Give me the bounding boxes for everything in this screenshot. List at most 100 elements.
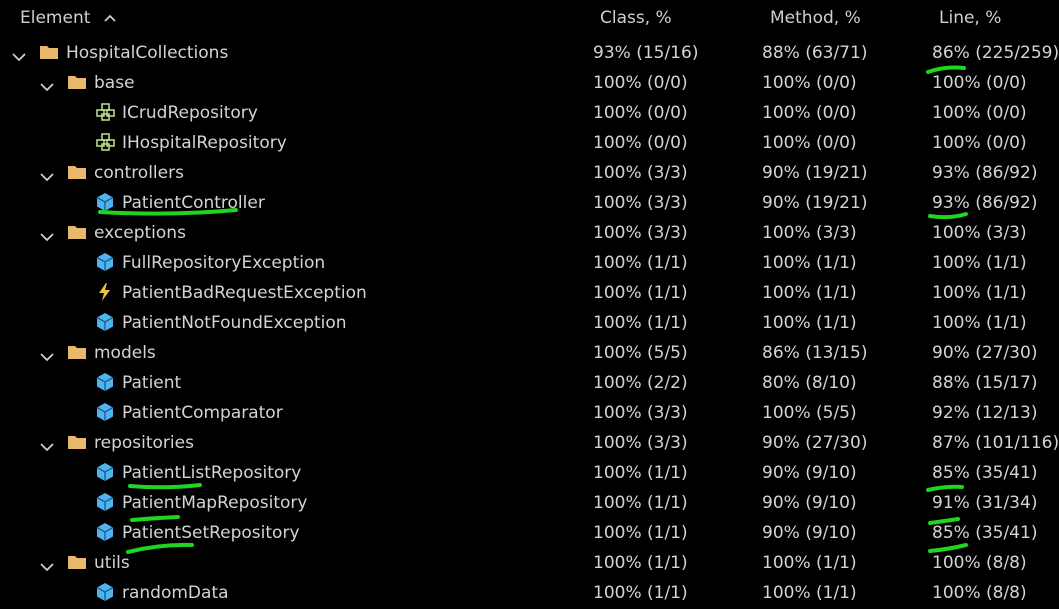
element-name: utils bbox=[94, 553, 130, 573]
method-coverage: 90% (9/10) bbox=[762, 493, 857, 513]
tree-row[interactable]: randomData 100% (1/1) 100% (1/1) 100% (8/8) bbox=[0, 578, 1059, 608]
tree-row[interactable]: controllers 100% (3/3) 90% (19/21) 93% (86/… bbox=[0, 158, 1059, 188]
line-coverage: 85% (35/41) bbox=[932, 463, 1038, 483]
element-name: HospitalCollections bbox=[66, 43, 229, 63]
method-coverage: 100% (1/1) bbox=[762, 583, 857, 603]
folder-icon bbox=[67, 72, 87, 92]
tree-row[interactable]: PatientMapRepository 100% (1/1) 90% (9/10)… bbox=[0, 488, 1059, 518]
class-coverage: 100% (0/0) bbox=[593, 103, 688, 123]
method-coverage: 100% (1/1) bbox=[762, 313, 857, 333]
element-name: repositories bbox=[94, 433, 194, 453]
element-name: PatientListRepository bbox=[122, 463, 302, 483]
chevron-down-icon[interactable] bbox=[40, 167, 54, 182]
tree-row[interactable]: HospitalCollections 93% (15/16) 88% (63/71… bbox=[0, 38, 1059, 68]
coverage-table-header: Element Class, % Method, % Line, % bbox=[0, 0, 1059, 38]
element-name: PatientBadRequestException bbox=[122, 283, 367, 303]
method-coverage: 86% (13/15) bbox=[762, 343, 868, 363]
class-icon bbox=[95, 492, 115, 512]
element-name: exceptions bbox=[94, 223, 186, 243]
column-header-element[interactable]: Element bbox=[20, 8, 116, 28]
element-name: FullRepositoryException bbox=[122, 253, 326, 273]
element-name: PatientNotFoundException bbox=[122, 313, 347, 333]
interface-icon bbox=[95, 132, 115, 152]
column-header-element-label: Element bbox=[20, 8, 91, 28]
chevron-down-icon[interactable] bbox=[40, 557, 54, 572]
class-icon bbox=[95, 582, 115, 602]
line-coverage: 100% (0/0) bbox=[932, 133, 1027, 153]
method-coverage: 100% (1/1) bbox=[762, 253, 857, 273]
tree-row[interactable]: repositories 100% (3/3) 90% (27/30) 87% (10… bbox=[0, 428, 1059, 458]
method-coverage: 100% (0/0) bbox=[762, 103, 857, 123]
tree-row[interactable]: exceptions 100% (3/3) 100% (3/3) 100% (3/3) bbox=[0, 218, 1059, 248]
class-coverage: 100% (1/1) bbox=[593, 493, 688, 513]
method-coverage: 88% (63/71) bbox=[762, 43, 868, 63]
tree-row[interactable]: PatientNotFoundException 100% (1/1) 100% (… bbox=[0, 308, 1059, 338]
class-icon bbox=[95, 372, 115, 392]
class-icon bbox=[95, 312, 115, 332]
folder-icon bbox=[67, 162, 87, 182]
exception-icon bbox=[95, 282, 115, 302]
class-icon bbox=[95, 402, 115, 422]
class-coverage: 100% (3/3) bbox=[593, 193, 688, 213]
column-header-line[interactable]: Line, % bbox=[939, 8, 1001, 28]
chevron-down-icon[interactable] bbox=[40, 227, 54, 242]
column-header-method[interactable]: Method, % bbox=[770, 8, 861, 28]
folder-icon bbox=[67, 222, 87, 242]
method-coverage: 100% (0/0) bbox=[762, 133, 857, 153]
chevron-down-icon[interactable] bbox=[40, 77, 54, 92]
tree-row[interactable]: PatientSetRepository 100% (1/1) 90% (9/10)… bbox=[0, 518, 1059, 548]
line-coverage: 91% (31/34) bbox=[932, 493, 1038, 513]
line-coverage: 85% (35/41) bbox=[932, 523, 1038, 543]
sort-ascending-icon[interactable] bbox=[104, 8, 116, 28]
class-coverage: 100% (1/1) bbox=[593, 523, 688, 543]
class-coverage: 100% (0/0) bbox=[593, 73, 688, 93]
class-coverage: 100% (3/3) bbox=[593, 223, 688, 243]
tree-row[interactable]: models 100% (5/5) 86% (13/15) 90% (27/30) bbox=[0, 338, 1059, 368]
tree-row[interactable]: PatientController 100% (3/3) 90% (19/21) 93… bbox=[0, 188, 1059, 218]
method-coverage: 100% (1/1) bbox=[762, 283, 857, 303]
tree-row[interactable]: PatientBadRequestException 100% (1/1) 100%… bbox=[0, 278, 1059, 308]
method-coverage: 100% (0/0) bbox=[762, 73, 857, 93]
tree-row[interactable]: ICrudRepository 100% (0/0) 100% (0/0) 100% … bbox=[0, 98, 1059, 128]
line-coverage: 86% (225/259) bbox=[932, 43, 1059, 63]
column-header-class[interactable]: Class, % bbox=[600, 8, 672, 28]
class-coverage: 100% (0/0) bbox=[593, 133, 688, 153]
element-name: PatientController bbox=[122, 193, 265, 213]
method-coverage: 90% (27/30) bbox=[762, 433, 868, 453]
class-coverage: 100% (1/1) bbox=[593, 553, 688, 573]
line-coverage: 100% (1/1) bbox=[932, 253, 1027, 273]
line-coverage: 88% (15/17) bbox=[932, 373, 1038, 393]
method-coverage: 90% (19/21) bbox=[762, 163, 868, 183]
line-coverage: 100% (0/0) bbox=[932, 103, 1027, 123]
tree-row[interactable]: PatientListRepository 100% (1/1) 90% (9/10… bbox=[0, 458, 1059, 488]
class-coverage: 100% (1/1) bbox=[593, 253, 688, 273]
tree-row[interactable]: PatientComparator 100% (3/3) 100% (5/5) 92%… bbox=[0, 398, 1059, 428]
tree-row[interactable]: utils 100% (1/1) 100% (1/1) 100% (8/8) bbox=[0, 548, 1059, 578]
class-coverage: 100% (1/1) bbox=[593, 583, 688, 603]
folder-icon bbox=[67, 552, 87, 572]
tree-row[interactable]: base 100% (0/0) 100% (0/0) 100% (0/0) bbox=[0, 68, 1059, 98]
tree-row[interactable]: IHospitalRepository 100% (0/0) 100% (0/0) 1… bbox=[0, 128, 1059, 158]
tree-row[interactable]: Patient 100% (2/2) 80% (8/10) 88% (15/17) bbox=[0, 368, 1059, 398]
interface-icon bbox=[95, 102, 115, 122]
chevron-down-icon[interactable] bbox=[40, 437, 54, 452]
class-coverage: 100% (1/1) bbox=[593, 463, 688, 483]
line-coverage: 100% (1/1) bbox=[932, 283, 1027, 303]
element-name: IHospitalRepository bbox=[122, 133, 287, 153]
class-coverage: 100% (1/1) bbox=[593, 283, 688, 303]
class-coverage: 100% (1/1) bbox=[593, 313, 688, 333]
method-coverage: 80% (8/10) bbox=[762, 373, 857, 393]
tree-row[interactable]: FullRepositoryException 100% (1/1) 100% (1… bbox=[0, 248, 1059, 278]
line-coverage: 100% (1/1) bbox=[932, 313, 1027, 333]
method-coverage: 90% (9/10) bbox=[762, 523, 857, 543]
element-name: PatientSetRepository bbox=[122, 523, 300, 543]
class-icon bbox=[95, 192, 115, 212]
line-coverage: 92% (12/13) bbox=[932, 403, 1038, 423]
folder-icon bbox=[67, 432, 87, 452]
element-name: base bbox=[94, 73, 135, 93]
method-coverage: 90% (19/21) bbox=[762, 193, 868, 213]
chevron-down-icon[interactable] bbox=[40, 347, 54, 362]
line-coverage: 93% (86/92) bbox=[932, 163, 1038, 183]
chevron-down-icon[interactable] bbox=[12, 47, 26, 62]
method-coverage: 100% (3/3) bbox=[762, 223, 857, 243]
